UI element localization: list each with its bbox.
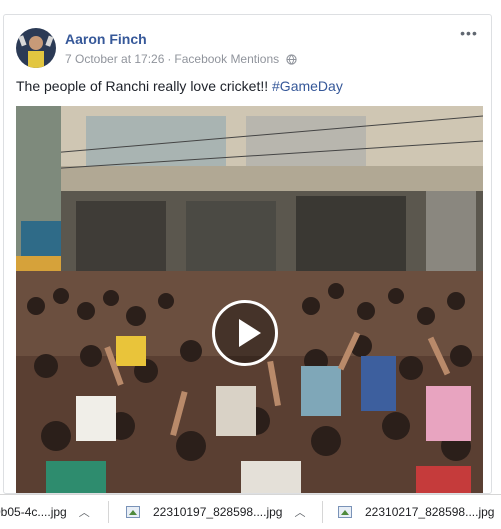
download-item[interactable]: 22310197_828598....jpg ︿	[126, 495, 305, 529]
download-filename: 0b05-4c....jpg	[0, 505, 67, 519]
download-item[interactable]: 22310217_828598....jpg ︿	[338, 495, 501, 529]
download-filename: 22310197_828598....jpg	[153, 505, 283, 519]
post-source[interactable]: Facebook Mentions	[174, 52, 279, 66]
meta-separator: ·	[167, 52, 172, 66]
post-text: The people of Ranchi really love cricket…	[16, 78, 343, 94]
post-meta: 7 October at 17:26 · Facebook Mentions	[65, 52, 298, 68]
facebook-post-card: Aaron Finch 7 October at 17:26 · Facebook …	[3, 14, 492, 494]
download-divider	[322, 501, 323, 523]
hashtag-link[interactable]: #GameDay	[272, 78, 343, 94]
download-filename: 22310217_828598....jpg	[365, 505, 495, 519]
post-date[interactable]: 7 October at 17:26	[65, 52, 164, 66]
post-body: The people of Ranchi really love cricket…	[16, 78, 273, 94]
download-divider	[108, 501, 109, 523]
chevron-up-icon[interactable]: ︿	[79, 504, 90, 520]
author-name[interactable]: Aaron Finch	[65, 31, 147, 47]
image-file-icon	[338, 506, 352, 518]
chevron-up-icon[interactable]: ︿	[294, 504, 305, 520]
download-item[interactable]: 0b05-4c....jpg ︿	[0, 495, 90, 529]
play-button[interactable]	[212, 300, 278, 366]
more-options-button[interactable]: •••	[457, 25, 481, 43]
globe-icon[interactable]	[286, 54, 298, 68]
author-avatar[interactable]	[16, 28, 56, 68]
play-icon	[239, 319, 261, 347]
image-file-icon	[126, 506, 140, 518]
video-player[interactable]	[16, 106, 483, 493]
downloads-bar: 0b05-4c....jpg ︿ 22310197_828598....jpg …	[0, 494, 501, 529]
ellipsis-icon: •••	[460, 25, 478, 41]
